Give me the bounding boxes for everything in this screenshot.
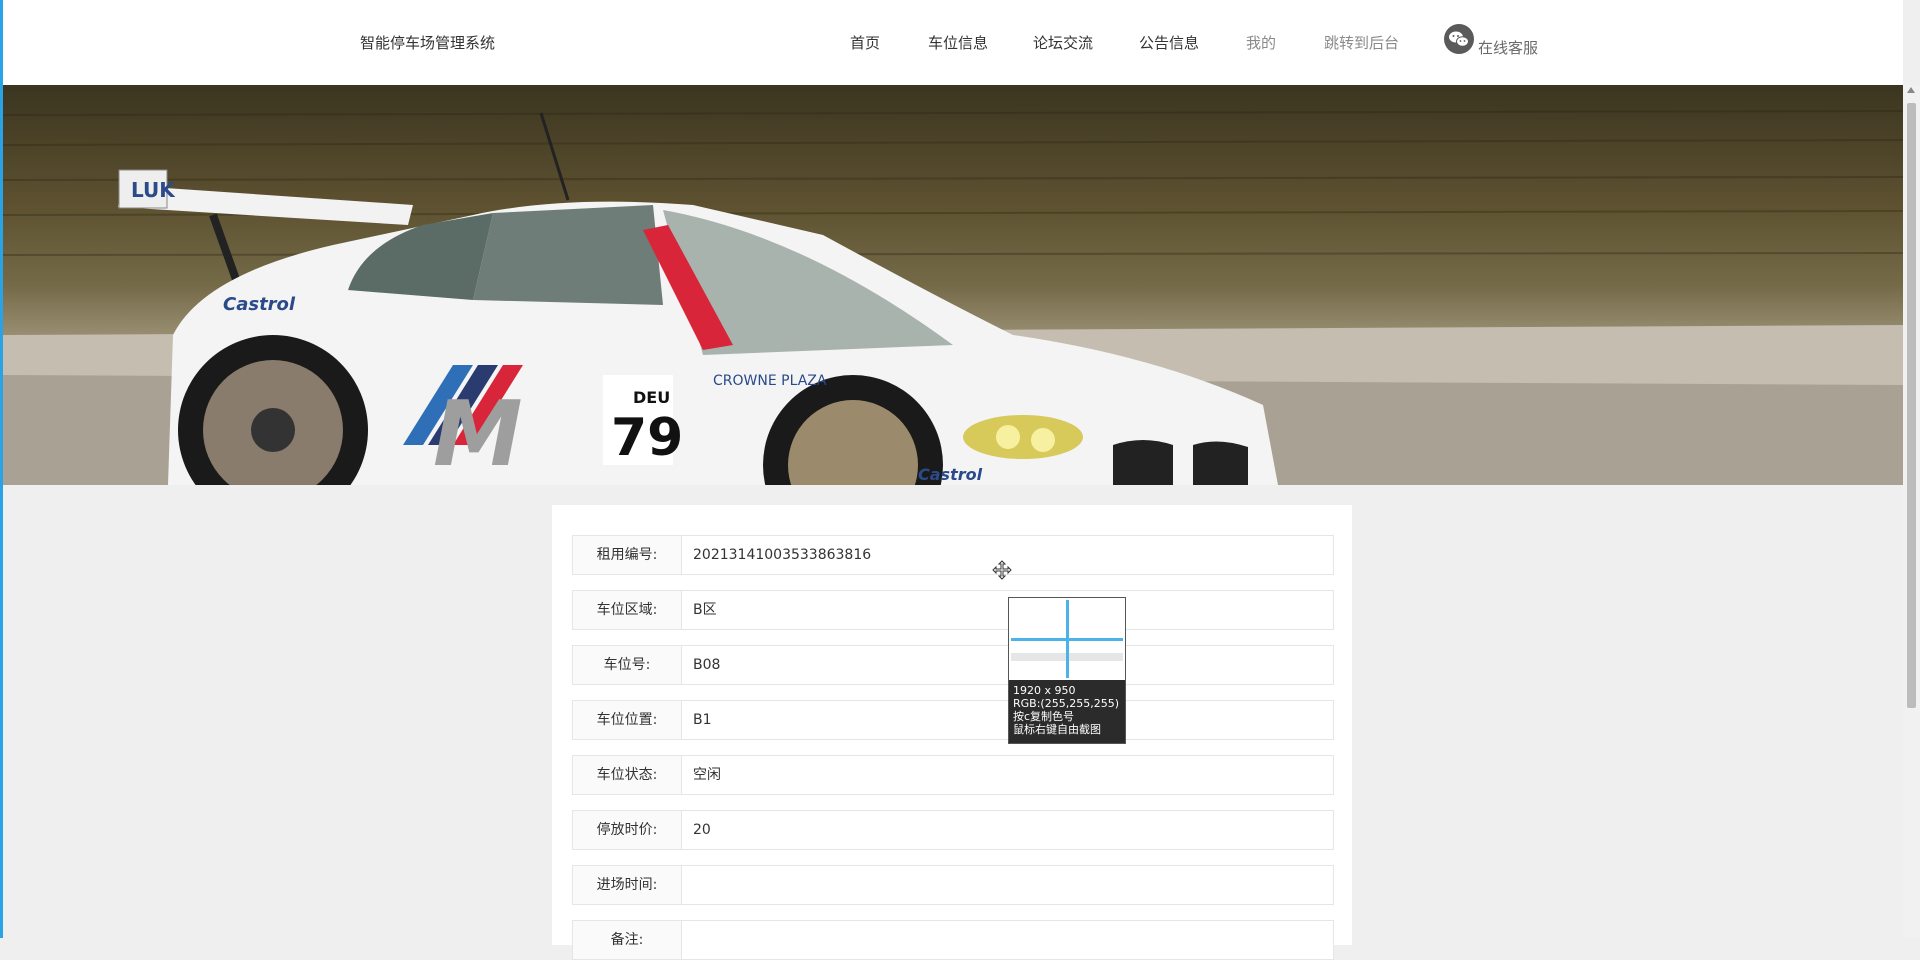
picker-rgb-text: RGB:(255,255,255)	[1013, 697, 1119, 710]
hourly-price-label: 停放时价:	[573, 811, 682, 849]
svg-text:DEU: DEU	[633, 388, 670, 407]
remarks-label: 备注:	[573, 921, 682, 959]
svg-text:CROWNE PLAZA: CROWNE PLAZA	[713, 373, 827, 389]
nav-forum[interactable]: 论坛交流	[1033, 32, 1093, 53]
area-label: 车位区域:	[573, 591, 682, 629]
form-row-status: 车位状态: 空闲	[572, 755, 1334, 795]
form-row-remarks: 备注:	[572, 920, 1334, 960]
magnifier-preview	[1009, 598, 1125, 680]
nav-my[interactable]: 我的	[1246, 32, 1276, 53]
svg-text:LUK: LUK	[131, 178, 176, 202]
crosshair-vertical	[1066, 600, 1069, 678]
scrollbar-thumb[interactable]	[1907, 103, 1916, 708]
rental-number-label: 租用编号:	[573, 536, 682, 574]
form-row-entry-time: 进场时间:	[572, 865, 1334, 905]
move-cursor-icon	[992, 560, 1012, 580]
online-support-label: 在线客服	[1478, 39, 1539, 57]
space-number-label: 车位号:	[573, 646, 682, 684]
nav-parking-info[interactable]: 车位信息	[928, 32, 988, 53]
nav-admin[interactable]: 跳转到后台	[1324, 32, 1399, 53]
top-header: 智能停车场管理系统 首页 车位信息 论坛交流 公告信息 我的 跳转到后台 在线客…	[3, 0, 1903, 85]
wechat-icon	[1444, 24, 1474, 54]
color-picker-info: 1920 x 950 RGB:(255,255,255) 按c复制色号 鼠标右键…	[1009, 680, 1125, 743]
form-row-rental-number: 租用编号: 20213141003533863816	[572, 535, 1334, 575]
remarks-field[interactable]	[683, 921, 1333, 959]
site-brand[interactable]: 智能停车场管理系统	[360, 32, 495, 53]
form-row-hourly-price: 停放时价: 20	[572, 810, 1334, 850]
entry-time-label: 进场时间:	[573, 866, 682, 904]
nav-announcements[interactable]: 公告信息	[1139, 32, 1199, 53]
parking-detail-card: 租用编号: 20213141003533863816 车位区域: B区 车位号:…	[552, 505, 1352, 960]
svg-text:Castrol: Castrol	[918, 465, 983, 484]
hero-banner-image: LUK 79 DEU M Castrol CROWNE PLAZA Castro…	[3, 85, 1903, 485]
form-row-area: 车位区域: B区	[572, 590, 1334, 630]
status-label: 车位状态:	[573, 756, 682, 794]
color-picker-tooltip: 1920 x 950 RGB:(255,255,255) 按c复制色号 鼠标右键…	[1008, 597, 1126, 744]
picker-size-text: 1920 x 950	[1013, 684, 1076, 697]
picker-capture-hint: 鼠标右键自由截图	[1013, 723, 1101, 736]
scroll-up-arrow-icon[interactable]	[1907, 87, 1915, 93]
location-label: 车位位置:	[573, 701, 682, 739]
hourly-price-field[interactable]: 20	[683, 811, 1333, 849]
page-scrollbar[interactable]	[1903, 85, 1920, 938]
svg-text:79: 79	[611, 408, 683, 468]
nav-home[interactable]: 首页	[850, 32, 880, 53]
picker-copy-hint: 按c复制色号	[1013, 710, 1075, 723]
svg-text:Castrol: Castrol	[223, 294, 296, 315]
status-field[interactable]: 空闲	[683, 756, 1333, 794]
form-row-location: 车位位置: B1	[572, 700, 1334, 740]
entry-time-field[interactable]	[683, 866, 1333, 904]
form-row-space-number: 车位号: B08	[572, 645, 1334, 685]
svg-text:M: M	[433, 382, 523, 485]
